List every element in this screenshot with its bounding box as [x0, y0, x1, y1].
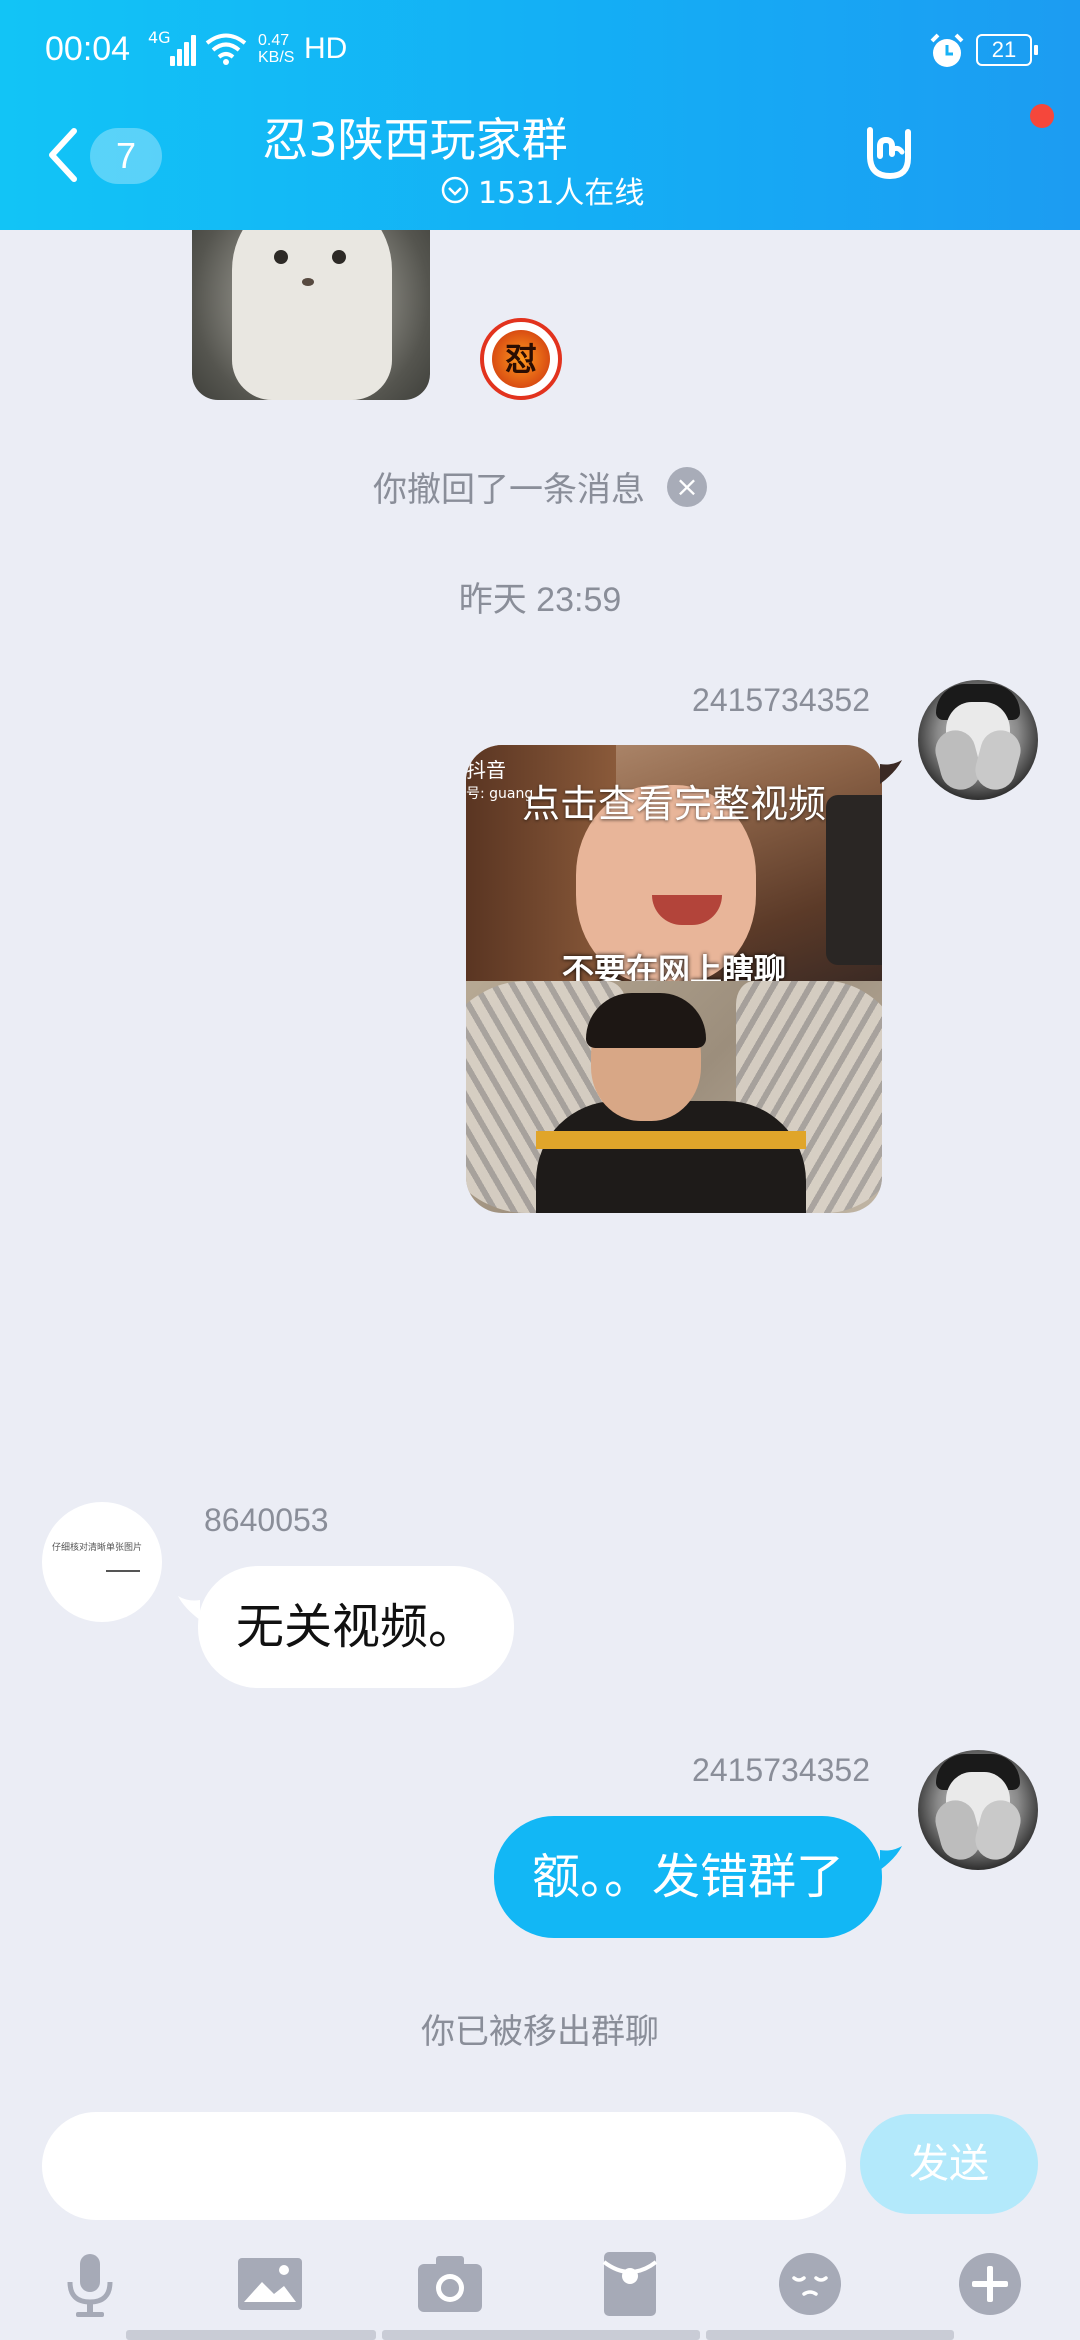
mic-icon[interactable]	[54, 2248, 126, 2320]
signal-icon	[170, 34, 196, 66]
chat-header: 00:04 4G 0.47 KB/S HD 21 7 忍3陕西玩家群 1531人…	[0, 0, 1080, 230]
my-avatar[interactable]	[918, 680, 1038, 800]
nav-indicator	[382, 2330, 700, 2340]
camera-icon[interactable]	[414, 2248, 486, 2320]
network-speed: 0.47 KB/S	[258, 32, 295, 66]
message-bubble-outgoing[interactable]: 额。。发错群了	[493, 1816, 882, 1938]
sender-name: 2415734352	[692, 682, 870, 718]
online-count[interactable]: 1531人在线	[440, 168, 644, 212]
sender-name: 8640053	[204, 1502, 329, 1538]
close-icon[interactable]: ×	[667, 466, 707, 507]
recall-notice: 你撤回了一条消息 ×	[0, 462, 1080, 511]
sender-avatar[interactable]: 仔细核对清晰单张图片	[42, 1502, 162, 1622]
badge-emblem-icon: 怼	[492, 330, 550, 388]
input-area: 发送	[0, 2110, 1080, 2340]
video-thumbnail-top: 抖音 号: guang 点击查看完整视频 不要在网上瞎聊	[466, 745, 882, 989]
image-icon[interactable]	[234, 2248, 306, 2320]
notification-dot	[1030, 104, 1054, 128]
network-type: 4G	[148, 28, 171, 47]
rock-hand-icon[interactable]	[858, 122, 920, 184]
nav-indicator	[126, 2330, 376, 2340]
video-message[interactable]: 抖音 号: guang 点击查看完整视频 不要在网上瞎聊	[466, 745, 882, 1213]
cat-sticker-image[interactable]	[192, 230, 430, 400]
plus-icon[interactable]	[954, 2248, 1026, 2320]
video-thumbnail-bottom	[466, 981, 882, 1213]
message-bubble-incoming[interactable]: 无关视频。	[198, 1566, 515, 1688]
group-title-badge[interactable]: 怼	[480, 318, 562, 400]
online-count-text: 1531人在线	[478, 176, 645, 211]
message-input[interactable]	[42, 2112, 846, 2220]
my-avatar[interactable]	[918, 1750, 1038, 1870]
check-circle-icon	[441, 176, 469, 204]
send-button[interactable]: 发送	[860, 2114, 1038, 2214]
timestamp-text: 昨天 23:59	[458, 581, 622, 619]
wifi-icon	[205, 33, 247, 65]
nav-indicator	[706, 2330, 954, 2340]
removed-notice-text: 你已被移出群聊	[421, 2012, 659, 2052]
bubble-tail	[880, 760, 902, 784]
video-overlay-text: 点击查看完整视频	[521, 782, 826, 826]
status-bar: 00:04 4G 0.47 KB/S HD 21	[0, 0, 1080, 100]
removed-notice: 你已被移出群聊	[0, 2004, 1080, 2053]
bubble-tail	[880, 1846, 902, 1870]
recall-notice-text: 你撤回了一条消息	[373, 470, 645, 510]
emoji-icon[interactable]	[774, 2248, 846, 2320]
input-toolbar	[0, 2248, 1080, 2340]
group-title[interactable]: 忍3陕西玩家群	[0, 104, 830, 170]
chat-area[interactable]: 怼 你撤回了一条消息 × 昨天 23:59 2415734352 抖音 号: g…	[0, 230, 1080, 2110]
red-packet-icon[interactable]	[594, 2248, 666, 2320]
alarm-icon	[930, 33, 964, 67]
battery-indicator: 21	[976, 34, 1038, 66]
hd-indicator: HD	[304, 32, 348, 65]
timestamp: 昨天 23:59	[0, 572, 1080, 621]
status-time: 00:04	[45, 30, 131, 68]
sender-name: 2415734352	[692, 1752, 870, 1788]
bubble-tail	[178, 1596, 200, 1620]
